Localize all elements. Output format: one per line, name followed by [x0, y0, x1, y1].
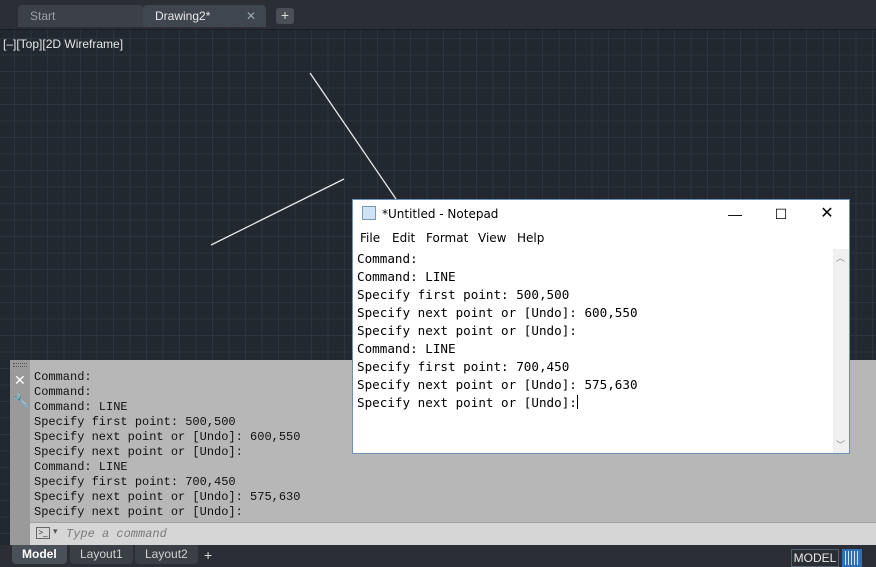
tab-start[interactable]: Start [18, 5, 143, 27]
vertical-scrollbar[interactable]: ︿ ﹀ [833, 249, 849, 453]
document-tab-bar: Start Drawing2* ✕ + [0, 0, 876, 30]
new-tab-button[interactable]: + [276, 8, 294, 24]
menu-edit[interactable]: Edit [392, 231, 415, 245]
tab-start-label: Start [30, 9, 56, 23]
notepad-menubar: File Edit Format View Help [353, 228, 849, 248]
scroll-up-icon[interactable]: ︿ [836, 251, 845, 264]
close-button[interactable]: ✕ [804, 200, 850, 228]
status-bar: Model Layout1 Layout2 + MODEL [0, 545, 876, 567]
close-icon[interactable]: ✕ [246, 5, 256, 27]
notepad-title: *Untitled - Notepad [382, 207, 499, 221]
notepad-icon [362, 206, 376, 220]
notepad-window: *Untitled - Notepad — ☐ ✕ File Edit Form… [352, 199, 850, 454]
text-caret [576, 395, 578, 409]
menu-file[interactable]: File [360, 231, 380, 245]
minimize-button[interactable]: — [712, 200, 758, 228]
menu-format[interactable]: Format [426, 231, 468, 245]
chevron-down-icon[interactable]: ▾ [53, 526, 58, 537]
grip-dots[interactable] [13, 363, 27, 367]
command-window-grip[interactable]: ✕ 🔧 [10, 360, 30, 545]
menu-view[interactable]: View [478, 231, 506, 245]
grid-icon [845, 551, 859, 565]
model-space-button[interactable]: MODEL [791, 549, 839, 567]
grid-toggle-button[interactable] [842, 549, 862, 567]
scroll-down-icon[interactable]: ﹀ [836, 438, 845, 451]
layout-tab-model[interactable]: Model [12, 545, 67, 564]
tab-drawing2[interactable]: Drawing2* ✕ [143, 5, 266, 27]
maximize-button[interactable]: ☐ [758, 200, 804, 228]
notepad-text-area[interactable]: Command: Command: LINE Specify first poi… [357, 250, 638, 412]
command-input-bar: >_ ▾ [30, 522, 876, 545]
line-segment[interactable] [309, 72, 397, 200]
notepad-titlebar[interactable]: *Untitled - Notepad — ☐ ✕ [353, 200, 849, 228]
notepad-text: Command: Command: LINE Specify first poi… [357, 251, 638, 410]
layout-tab-layout2[interactable]: Layout2 [135, 545, 198, 564]
command-prompt-icon[interactable]: >_ [36, 527, 50, 539]
menu-help[interactable]: Help [517, 231, 544, 245]
add-layout-button[interactable]: + [204, 547, 212, 563]
line-segment[interactable] [210, 178, 345, 246]
tab-drawing2-label: Drawing2* [155, 9, 211, 23]
command-input[interactable] [66, 526, 826, 542]
wrench-icon[interactable]: 🔧 [13, 393, 29, 409]
layout-tab-layout1[interactable]: Layout1 [70, 545, 133, 564]
close-icon[interactable]: ✕ [14, 372, 26, 389]
command-history: Command: Command: Command: LINE Specify … [34, 370, 301, 519]
